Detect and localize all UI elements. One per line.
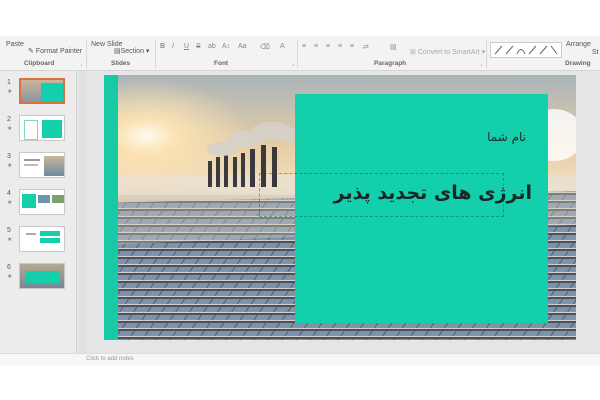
- thumbnail-pane[interactable]: 1 ★ 2 ★ 3 ★ 4 ★ 5 ★ 6 ★: [0, 71, 77, 353]
- font-launcher-icon[interactable]: ⌟: [292, 61, 294, 67]
- thumbnail-number: 4: [7, 190, 11, 197]
- brush-icon: ✎: [28, 48, 34, 55]
- clear-format-icon[interactable]: ⌫: [260, 43, 270, 51]
- group-drawing: Drawing: [565, 60, 591, 67]
- accent-strip: [104, 75, 118, 340]
- slide-thumbnail-3[interactable]: [19, 152, 65, 178]
- smartart-icon: ⊞: [410, 49, 416, 56]
- work-area: 1 ★ 2 ★ 3 ★ 4 ★ 5 ★ 6 ★ نام شما انرژی ها…: [0, 71, 600, 353]
- thumb-panel: [42, 120, 62, 138]
- animation-star-icon: ★: [7, 237, 13, 243]
- thumb-photo: [38, 195, 50, 203]
- thumb-photo: [44, 156, 64, 176]
- animation-star-icon: ★: [7, 89, 13, 95]
- align-left-button[interactable]: ≡: [302, 43, 306, 50]
- thumb-line: [26, 233, 36, 235]
- ribbon: Paste ✎ Format Painter Clipboard ⌟ New S…: [0, 36, 600, 71]
- group-clipboard: Clipboard: [24, 60, 55, 67]
- strikethrough-button[interactable]: S: [196, 43, 201, 50]
- text-direction-button[interactable]: ⇄: [363, 43, 369, 51]
- group-slides: Slides: [111, 60, 131, 67]
- char-spacing-button[interactable]: A↕: [222, 43, 230, 50]
- shadow-button[interactable]: ab: [208, 43, 216, 50]
- slide-thumbnail-5[interactable]: [19, 226, 65, 252]
- clipboard-launcher-icon[interactable]: ⌟: [80, 61, 82, 67]
- animation-star-icon: ★: [7, 126, 13, 132]
- paste-button[interactable]: Paste: [6, 40, 24, 49]
- notes-bar[interactable]: Click to add notes: [0, 353, 600, 366]
- shapes-icon: [494, 45, 558, 55]
- animation-star-icon: ★: [7, 163, 13, 169]
- thumbnail-number: 6: [7, 264, 11, 271]
- author-placeholder[interactable]: نام شما: [487, 130, 526, 144]
- slide-thumbnail-1[interactable]: [19, 78, 65, 104]
- section-button[interactable]: ▤Section ▾: [114, 47, 149, 56]
- format-painter-button[interactable]: ✎ Format Painter: [28, 47, 82, 56]
- slide-canvas[interactable]: نام شما انرژی های تجدید پذیر: [104, 75, 576, 340]
- quick-styles-button[interactable]: St: [592, 48, 599, 57]
- animation-star-icon: ★: [7, 274, 13, 280]
- slide-thumbnail-2[interactable]: [19, 115, 65, 141]
- thumb-panel: [41, 83, 63, 101]
- thumbnail-scrollbar[interactable]: [79, 71, 87, 353]
- new-slide-button[interactable]: New Slide: [91, 40, 123, 49]
- convert-smartart-button[interactable]: ⊞ Convert to SmartArt ▾: [410, 48, 485, 57]
- thumbnail-number: 5: [7, 227, 11, 234]
- animation-star-icon: ★: [7, 200, 13, 206]
- arrange-button[interactable]: Arrange: [566, 40, 591, 49]
- align-center-button[interactable]: ≡: [314, 43, 318, 50]
- group-paragraph: Paragraph: [374, 60, 407, 67]
- thumb-photo: [52, 195, 64, 203]
- group-font: Font: [214, 60, 229, 67]
- columns-button[interactable]: ≡: [350, 43, 354, 50]
- thumbnail-number: 1: [7, 79, 11, 86]
- align-text-icon[interactable]: ▤: [390, 43, 397, 51]
- divider: [486, 40, 487, 68]
- justify-button[interactable]: ≡: [338, 43, 342, 50]
- thumb-line: [24, 164, 38, 166]
- divider: [86, 40, 87, 68]
- italic-button[interactable]: I: [172, 43, 174, 50]
- thumb-panel: [26, 271, 60, 283]
- thumb-panel: [22, 194, 36, 208]
- align-right-button[interactable]: ≡: [326, 43, 330, 50]
- slide-thumbnail-6[interactable]: [19, 263, 65, 289]
- underline-button[interactable]: U: [184, 43, 189, 50]
- shapes-gallery[interactable]: [490, 42, 562, 58]
- thumbnail-number: 3: [7, 153, 11, 160]
- thumb-line: [24, 159, 40, 161]
- font-color-button[interactable]: A: [280, 43, 285, 50]
- thumb-bar: [40, 238, 60, 243]
- thumb-box: [24, 120, 38, 140]
- change-case-button[interactable]: Aa: [238, 43, 247, 50]
- notes-placeholder: Click to add notes: [86, 356, 134, 362]
- thumbnail-number: 2: [7, 116, 11, 123]
- paragraph-launcher-icon[interactable]: ⌟: [480, 61, 482, 67]
- divider: [155, 40, 156, 68]
- slide-title[interactable]: انرژی های تجدید پذیر: [334, 182, 532, 204]
- divider: [297, 40, 298, 68]
- slide-thumbnail-4[interactable]: [19, 189, 65, 215]
- bold-button[interactable]: B: [160, 43, 165, 50]
- thumb-bar: [40, 231, 60, 236]
- section-icon: ▤: [114, 48, 121, 55]
